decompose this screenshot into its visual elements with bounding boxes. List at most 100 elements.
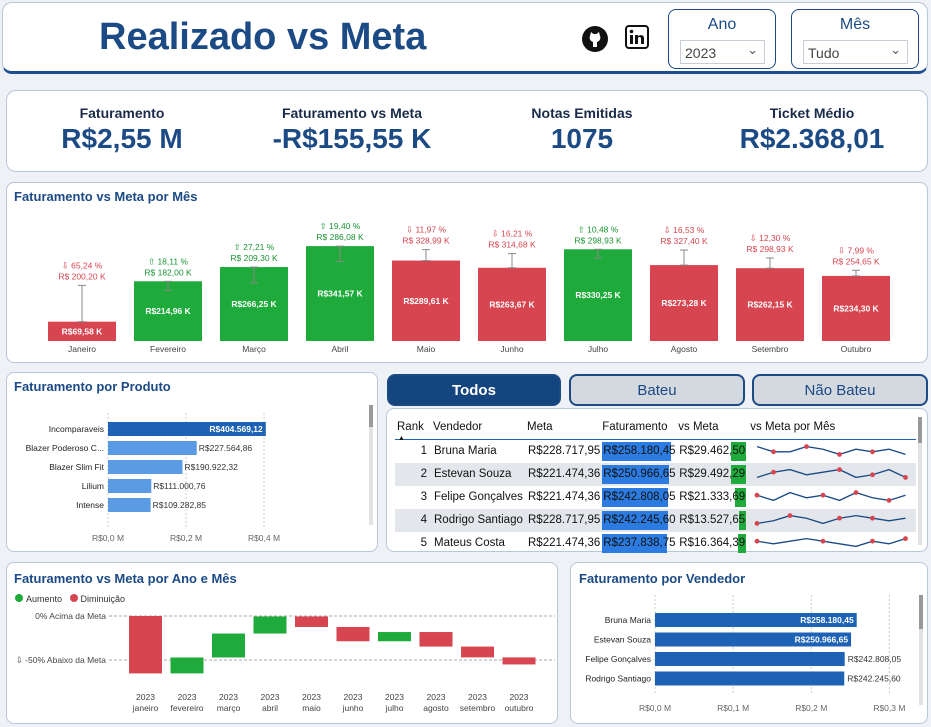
sparkline-point <box>903 535 909 541</box>
linkedin-icon[interactable] <box>625 25 649 49</box>
bar-value-label: R$242.245,60 <box>847 674 901 684</box>
header-bar: Realizado vs Meta Ano 2023 ⌄ Mês Tudo ⌄ <box>2 2 928 74</box>
cell-rank: 4 <box>395 508 431 532</box>
sparkline-point <box>870 538 876 544</box>
bar-value-label: R$69,58 K <box>62 327 103 337</box>
x-tick-label: R$0,2 M <box>795 703 827 713</box>
scrollbar[interactable] <box>369 405 373 525</box>
table-row[interactable]: 3 Felipe Gonçalves R$221.474,36 R$242.808,0… <box>395 486 916 509</box>
month-dropdown[interactable]: Tudo ⌄ <box>803 40 908 64</box>
y-tick-label: Bruna Maria <box>605 615 652 625</box>
waterfall-bar <box>295 616 328 627</box>
cell-meta-text: R$228.717,95 <box>528 445 601 457</box>
sparkline-point <box>837 466 843 472</box>
col-vendedor[interactable]: Vendedor <box>431 416 525 440</box>
col-meta[interactable]: Meta <box>525 416 601 440</box>
x-tick-label: 2023 <box>344 692 363 702</box>
table-row[interactable]: 1 Bruna Maria R$228.717,95 R$258.180,45 R$29… <box>395 439 916 463</box>
cell-vs-meta: R$13.527,65 <box>676 508 749 532</box>
sparkline-point <box>754 538 760 544</box>
sparkline-point <box>771 469 777 475</box>
bar-value-label: R$341,57 K <box>317 289 363 299</box>
cell-rank: 5 <box>395 532 431 555</box>
x-tick-label: R$0,0 M <box>639 703 671 713</box>
cell-rank: 1 <box>395 439 431 463</box>
cell-faturamento-text: R$258.180,45 <box>603 445 676 457</box>
table-row[interactable]: 2 Estevan Souza R$221.474,36 R$250.966,65 R$… <box>395 462 917 486</box>
table-row[interactable]: 5 Mateus Costa R$221.474,36 R$237.838,75 R$1… <box>395 532 916 555</box>
bar-value-label: R$234,30 K <box>833 303 879 313</box>
sparkline-point <box>820 538 826 544</box>
year-dropdown[interactable]: 2023 ⌄ <box>680 40 765 64</box>
waterfall-bar <box>419 632 453 647</box>
cell-vs-meta-text: R$21.333,69 <box>679 491 746 503</box>
col-rank[interactable]: Rank ▲ <box>395 416 431 442</box>
target-label: R$ 209,30 K <box>230 253 278 263</box>
cell-vendedor: Rodrigo Santiago <box>431 508 525 532</box>
x-tick-label: março <box>217 703 241 713</box>
x-tick-label: Janeiro <box>68 344 96 354</box>
sparkline-path <box>757 514 906 524</box>
scrollbar[interactable] <box>919 595 923 705</box>
waterfall-bar <box>170 657 204 674</box>
x-tick-label: Outubro <box>841 344 872 354</box>
y-tick-label: Blazer Poderoso C... <box>26 443 104 453</box>
month-slicer: Mês Tudo ⌄ <box>791 9 919 69</box>
sparkline-path <box>757 445 906 455</box>
x-tick-label: Setembro <box>752 344 789 354</box>
sparkline <box>754 489 906 503</box>
sparkline-path <box>757 537 906 547</box>
x-tick-label: 2023 <box>261 692 280 702</box>
cell-meta: R$221.474,36 <box>525 486 600 509</box>
cell-vendedor: Bruna Maria <box>431 439 525 463</box>
month-dropdown-value: Tudo <box>808 45 840 61</box>
sparkline <box>757 443 906 457</box>
page-title: Realizado vs Meta <box>99 16 427 58</box>
waterfall-bar <box>502 657 536 665</box>
bar-value-label: R$263,67 K <box>489 299 535 309</box>
cell-sparkline <box>748 486 916 509</box>
ranking-table: Rank ▲ Vendedor Meta Faturamento vs Meta … <box>395 416 917 555</box>
waterfall-chart-panel: Faturamento vs Meta por Ano e Mês Aument… <box>6 562 558 724</box>
col-faturamento[interactable]: Faturamento <box>600 416 677 440</box>
target-label: R$ 182,00 K <box>144 267 192 277</box>
sparkline-path <box>757 491 906 501</box>
sparkline-point <box>754 492 760 498</box>
cell-sparkline <box>748 532 916 555</box>
sparkline-point <box>837 451 843 457</box>
pct-label: ⇩ 16,53 % <box>664 225 705 235</box>
tab-nao-bateu[interactable]: Não Bateu <box>752 374 928 406</box>
pct-label: ⇧ 10,48 % <box>578 224 619 234</box>
pct-label: ⇩ 65,24 % <box>62 260 103 270</box>
pct-label: ⇧ 18,11 % <box>148 256 188 266</box>
x-tick-label: setembro <box>460 703 496 713</box>
bar-value-label: R$262,15 K <box>747 300 793 310</box>
table-row[interactable]: 4 Rodrigo Santiago R$228.717,95 R$242.245,6… <box>395 508 917 532</box>
x-tick-label: Abril <box>331 344 348 354</box>
kpi-value: 1075 <box>550 123 614 154</box>
x-tick-label: 2023 <box>510 692 529 702</box>
col-vs-meta-por-mes[interactable]: vs Meta por Mês <box>748 416 917 440</box>
tab-bateu[interactable]: Bateu <box>569 374 745 406</box>
bar <box>108 460 183 474</box>
col-vs-meta[interactable]: vs Meta <box>676 416 749 440</box>
x-tick-label: 2023 <box>427 692 446 702</box>
github-icon[interactable] <box>581 25 609 53</box>
cell-meta-text: R$221.474,36 <box>528 468 601 480</box>
reference-label: ⇩ -50% Abaixo da Meta <box>16 655 107 665</box>
cell-faturamento-text: R$237.838,75 <box>603 537 676 549</box>
cell-vs-meta-text: R$13.527,65 <box>679 514 746 526</box>
bar-value-label: R$190.922,32 <box>184 462 238 472</box>
x-tick-label: 2023 <box>385 692 404 702</box>
kpi-notas-emitidas: Notas Emitidas 1075 <box>467 91 697 155</box>
tab-todos[interactable]: Todos <box>387 374 561 406</box>
x-tick-label: 2023 <box>136 692 155 702</box>
pct-label: ⇧ 19,40 % <box>320 221 361 231</box>
target-label: R$ 200,20 K <box>58 271 106 281</box>
bar-value-label: R$111.000,76 <box>153 481 205 491</box>
sparkline-point <box>820 492 826 498</box>
scrollbar[interactable] <box>918 417 922 545</box>
waterfall-chart: 0% Acima da Meta ⇩ -50% Abaixo da Meta 202… <box>16 611 555 713</box>
kpi-value: R$2.368,01 <box>739 123 885 154</box>
x-tick-label: R$0,3 M <box>873 703 905 713</box>
